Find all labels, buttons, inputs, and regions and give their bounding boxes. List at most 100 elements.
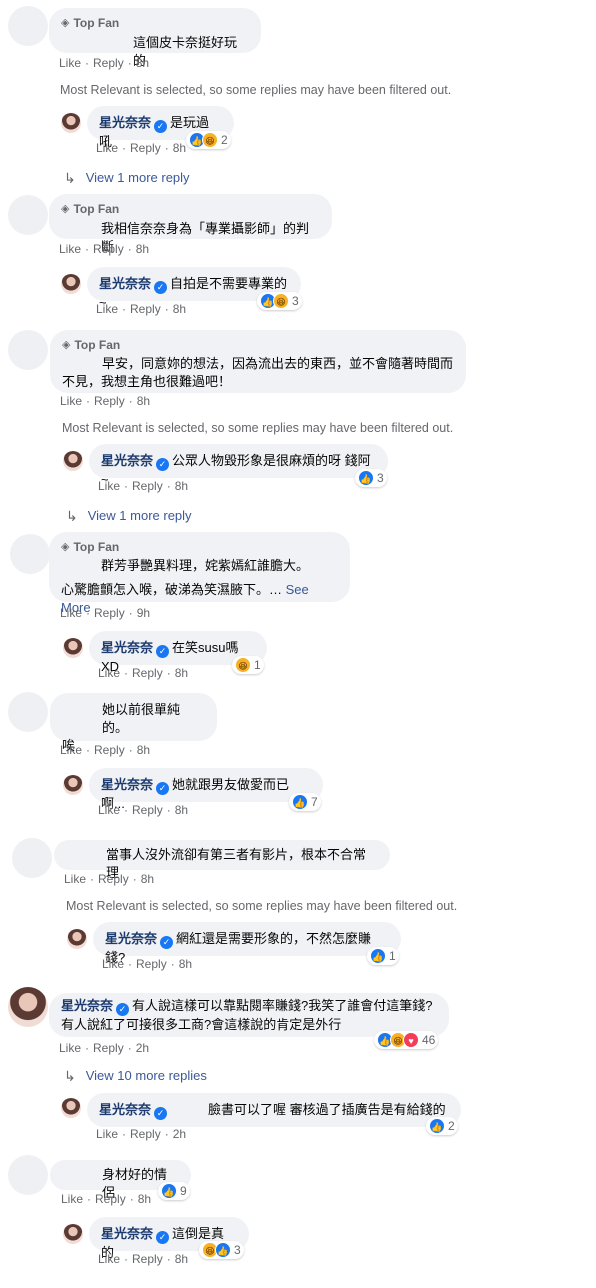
author-name[interactable]: 星光奈奈 [99,115,151,130]
reply-link[interactable]: Reply [94,743,125,757]
reply-link[interactable]: Reply [136,957,167,971]
reply-link[interactable]: Reply [95,1192,126,1206]
avatar[interactable] [12,838,52,878]
diamond-icon: ◈ [62,339,71,351]
timestamp[interactable]: 8h [175,479,188,493]
like-link[interactable]: Like [96,1127,118,1141]
reaction-count: 2 [221,133,228,147]
timestamp[interactable]: 8h [179,957,192,971]
reaction-count: 1 [254,658,261,672]
like-link[interactable]: Like [96,302,118,316]
avatar[interactable] [8,692,48,732]
avatar[interactable] [63,451,83,471]
author-name[interactable]: 星光奈奈 [101,1226,153,1241]
timestamp[interactable]: 2h [173,1127,186,1141]
reply-link[interactable]: Reply [130,302,161,316]
like-link[interactable]: Like [60,394,82,408]
reply-link[interactable]: Reply [93,242,124,256]
avatar[interactable] [10,534,50,574]
like-link[interactable]: Like [98,666,120,680]
reply-link[interactable]: Reply [93,1041,124,1055]
avatar[interactable] [8,6,48,46]
reaction-count: 2 [448,1119,455,1133]
haha-reaction-icon: 😆 [235,657,251,673]
reply-link[interactable]: Reply [93,56,124,70]
avatar[interactable] [61,113,81,133]
reply-link[interactable]: Reply [130,141,161,155]
verified-icon: ✓ [156,782,170,795]
view-more-label[interactable]: View 1 more reply [86,170,190,186]
avatar[interactable] [8,330,48,370]
verified-icon: ✓ [154,1107,168,1120]
reply-link[interactable]: Reply [130,1127,161,1141]
view-more-label[interactable]: View 10 more replies [86,1068,207,1084]
reply-link[interactable]: Reply [132,1252,163,1266]
like-link[interactable]: Like [98,803,120,817]
like-link[interactable]: Like [102,957,124,971]
reply-link[interactable]: Reply [94,606,125,620]
reaction-summary[interactable]: 👍 9 [158,1182,190,1200]
timestamp[interactable]: 2h [136,1041,149,1055]
author-name[interactable]: 星光奈奈 [101,777,153,792]
timestamp[interactable]: 8h [136,56,149,70]
reply-link[interactable]: Reply [132,479,163,493]
timestamp[interactable]: 8h [173,141,186,155]
view-more-replies[interactable]: ↳ View 10 more replies [64,1068,207,1084]
author-name[interactable]: 星光奈奈 [101,453,153,468]
like-link[interactable]: Like [98,1252,120,1266]
avatar[interactable] [8,1155,48,1195]
reaction-summary[interactable]: 👍 😆 3 [257,292,302,310]
reaction-summary[interactable]: 😆 1 [232,656,264,674]
like-link[interactable]: Like [59,242,81,256]
like-link[interactable]: Like [98,479,120,493]
avatar[interactable] [63,1224,83,1244]
reaction-summary[interactable]: 👍 😆 ♥ 46 [374,1031,439,1049]
avatar[interactable] [8,195,48,235]
author-name[interactable]: 星光奈奈 [61,998,113,1013]
reply-link[interactable]: Reply [132,666,163,680]
comment-text: 這個皮卡奈挺好玩的 [133,35,238,68]
reaction-summary[interactable]: 👍 2 [426,1117,458,1135]
like-link[interactable]: Like [59,56,81,70]
like-link[interactable]: Like [96,141,118,155]
reaction-summary[interactable]: 👍 😆 2 [186,131,231,149]
like-link[interactable]: Like [64,872,86,886]
timestamp[interactable]: 8h [175,803,188,817]
timestamp[interactable]: 8h [136,242,149,256]
avatar[interactable] [63,638,83,658]
timestamp[interactable]: 8h [141,872,154,886]
reaction-summary[interactable]: 😆 👍 3 [199,1241,244,1259]
like-reaction-icon: 👍 [161,1183,177,1199]
like-link[interactable]: Like [61,1192,83,1206]
view-more-replies[interactable]: ↳ View 1 more reply [64,170,190,186]
reaction-count: 46 [422,1033,436,1047]
author-name[interactable]: 星光奈奈 [99,1102,151,1117]
reaction-summary[interactable]: 👍 1 [367,947,399,965]
timestamp[interactable]: 8h [175,1252,188,1266]
avatar[interactable] [61,274,81,294]
reply-link[interactable]: Reply [94,394,125,408]
avatar[interactable] [67,929,87,949]
avatar[interactable] [61,1098,81,1118]
author-name[interactable]: 星光奈奈 [99,276,151,291]
like-link[interactable]: Like [60,606,82,620]
like-link[interactable]: Like [60,743,82,757]
timestamp[interactable]: 9h [137,606,150,620]
avatar[interactable] [8,987,48,1027]
like-link[interactable]: Like [59,1041,81,1055]
author-name[interactable]: 星光奈奈 [105,931,157,946]
timestamp[interactable]: 8h [137,743,150,757]
reply-link[interactable]: Reply [98,872,129,886]
timestamp[interactable]: 8h [173,302,186,316]
reaction-summary[interactable]: 👍 7 [289,793,321,811]
author-name[interactable]: 星光奈奈 [101,640,153,655]
reaction-summary[interactable]: 👍 3 [355,469,387,487]
view-more-label[interactable]: View 1 more reply [88,508,192,524]
avatar[interactable] [63,775,83,795]
timestamp[interactable]: 8h [138,1192,151,1206]
view-more-replies[interactable]: ↳ View 1 more reply [66,508,192,524]
timestamp[interactable]: 8h [137,394,150,408]
reply-link[interactable]: Reply [132,803,163,817]
reply-arrow-icon: ↳ [66,508,78,524]
timestamp[interactable]: 8h [175,666,188,680]
